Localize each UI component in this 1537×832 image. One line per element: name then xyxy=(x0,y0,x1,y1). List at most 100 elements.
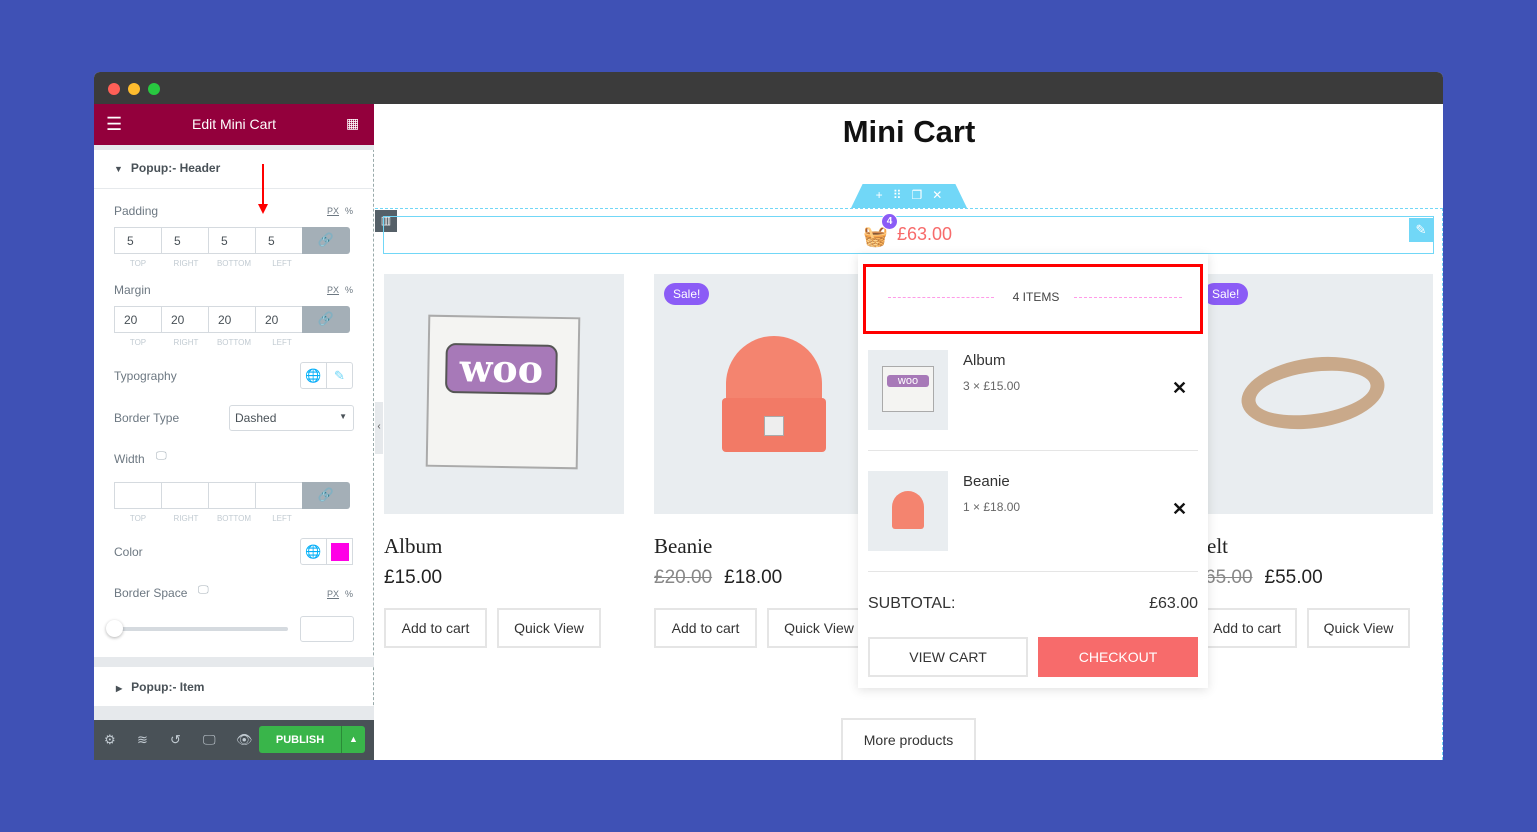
add-to-cart-button[interactable]: Add to cart xyxy=(1197,608,1297,648)
responsive-icon[interactable]: 🖵 xyxy=(203,732,216,748)
duplicate-icon[interactable]: ❐ xyxy=(912,188,923,202)
unit-px[interactable]: PX xyxy=(327,589,339,599)
unit-px[interactable]: PX xyxy=(327,206,339,216)
page-title: Mini Cart xyxy=(842,114,976,149)
width-right[interactable] xyxy=(161,482,209,509)
item-name[interactable]: Beanie xyxy=(963,473,1010,490)
side-label: RIGHT xyxy=(173,514,199,523)
caret-down-icon: ▼ xyxy=(339,412,347,421)
product-title[interactable]: Album xyxy=(384,534,442,559)
margin-left[interactable]: 20 xyxy=(255,306,303,333)
color-label: Color xyxy=(114,545,143,559)
border-type-label: Border Type xyxy=(114,411,180,425)
item-name[interactable]: Album xyxy=(963,352,1006,369)
margin-top[interactable]: 20 xyxy=(114,306,162,333)
globe-icon[interactable]: 🌐 xyxy=(300,538,327,565)
margin-bottom[interactable]: 20 xyxy=(208,306,256,333)
publish-options-button[interactable]: ▲ xyxy=(341,726,365,753)
close-dot[interactable] xyxy=(108,83,120,95)
link-icon[interactable]: 🔗 xyxy=(302,482,350,509)
settings-icon[interactable]: ⚙ xyxy=(104,732,116,748)
checkout-button[interactable]: CHECKOUT xyxy=(1038,637,1198,677)
product-price: 65.00 £55.00 xyxy=(1205,567,1323,589)
item-thumb-beanie[interactable] xyxy=(868,471,948,551)
side-label: LEFT xyxy=(272,259,292,268)
layers-icon[interactable]: ≋ xyxy=(137,732,148,748)
caret-down-icon: ▼ xyxy=(114,164,123,174)
quick-view-button[interactable]: Quick View xyxy=(767,608,871,648)
width-top[interactable] xyxy=(114,482,162,509)
padding-top[interactable]: 5 xyxy=(114,227,162,254)
margin-right[interactable]: 20 xyxy=(161,306,209,333)
panel-footer: ⚙ ≋ ↺ 🖵 👁 PUBLISH ▲ xyxy=(94,720,374,760)
add-to-cart-button[interactable]: Add to cart xyxy=(384,608,487,648)
sale-price: £18.00 xyxy=(724,567,783,588)
unit-pct[interactable]: % xyxy=(345,206,353,216)
slider-handle[interactable] xyxy=(106,620,123,637)
margin-control: 20 20 20 20 🔗 xyxy=(114,306,354,333)
sale-badge: Sale! xyxy=(1203,283,1249,305)
desktop-icon[interactable]: 🖵 xyxy=(198,584,209,597)
quick-view-button[interactable]: Quick View xyxy=(497,608,601,648)
remove-item-icon[interactable]: ✕ xyxy=(1172,378,1187,399)
product-image-belt[interactable] xyxy=(1193,274,1433,514)
item-qty: 3 × £15.00 xyxy=(963,379,1021,393)
section-popup-header[interactable]: ▼ Popup:- Header xyxy=(114,161,220,175)
product-title[interactable]: Beanie xyxy=(654,534,712,559)
typography-label: Typography xyxy=(114,369,177,383)
preview-eye-icon[interactable]: 👁 xyxy=(236,732,253,748)
edit-widget-icon[interactable]: ✎ xyxy=(1409,218,1433,242)
panel-header: ☰ Edit Mini Cart ▦ xyxy=(94,104,374,145)
link-icon[interactable]: 🔗 xyxy=(302,227,350,254)
side-label: BOTTOM xyxy=(216,338,252,347)
editor-panel: ☰ Edit Mini Cart ▦ ▼ Popup:- Header Paddi… xyxy=(94,104,374,760)
publish-button[interactable]: PUBLISH xyxy=(259,726,341,753)
section-handle[interactable]: + ⠿ ❐ ✕ xyxy=(851,184,967,208)
border-space-slider[interactable] xyxy=(114,627,288,631)
border-type-select[interactable]: Dashed ▼ xyxy=(229,405,354,431)
drag-icon[interactable]: ⠿ xyxy=(893,188,902,202)
padding-left[interactable]: 5 xyxy=(255,227,303,254)
side-label: TOP xyxy=(129,338,147,347)
grid-icon[interactable]: ▦ xyxy=(346,115,359,132)
border-space-input[interactable] xyxy=(300,616,354,642)
more-products-button[interactable]: More products xyxy=(841,718,976,760)
items-count: 4 ITEMS xyxy=(1012,290,1060,304)
close-icon[interactable]: ✕ xyxy=(932,188,942,202)
product-title[interactable]: elt xyxy=(1207,534,1228,559)
unit-pct[interactable]: % xyxy=(345,285,353,295)
padding-label: Padding xyxy=(114,204,159,218)
add-to-cart-button[interactable]: Add to cart xyxy=(654,608,757,648)
item-thumb-album[interactable]: woo xyxy=(868,350,948,430)
maximize-dot[interactable] xyxy=(148,83,160,95)
product-price: £15.00 xyxy=(384,567,443,588)
padding-control: 5 5 5 5 🔗 xyxy=(114,227,354,254)
view-cart-button[interactable]: VIEW CART xyxy=(868,637,1028,677)
unit-px[interactable]: PX xyxy=(327,285,339,295)
side-label: TOP xyxy=(129,514,147,523)
add-icon[interactable]: + xyxy=(876,188,883,202)
color-swatch[interactable] xyxy=(326,538,353,565)
side-label: BOTTOM xyxy=(216,259,252,268)
width-left[interactable] xyxy=(255,482,303,509)
padding-bottom[interactable]: 5 xyxy=(208,227,256,254)
padding-right[interactable]: 5 xyxy=(161,227,209,254)
cart-total[interactable]: £63.00 xyxy=(897,224,952,245)
woo-album-art: woo xyxy=(425,314,581,470)
section-popup-item[interactable]: ▶ Popup:- Item xyxy=(116,680,204,694)
product-image-album[interactable]: woo xyxy=(384,274,624,514)
width-control: 🔗 xyxy=(114,482,354,509)
border-space-label: Border Space xyxy=(114,586,188,600)
quick-view-button[interactable]: Quick View xyxy=(1307,608,1410,648)
remove-item-icon[interactable]: ✕ xyxy=(1172,499,1187,520)
collapse-panel-handle[interactable]: ‹ xyxy=(375,402,383,454)
globe-icon[interactable]: 🌐 xyxy=(300,362,327,389)
history-icon[interactable]: ↺ xyxy=(170,732,181,748)
link-icon[interactable]: 🔗 xyxy=(302,306,350,333)
width-bottom[interactable] xyxy=(208,482,256,509)
cart-count-badge: 4 xyxy=(881,213,898,230)
minimize-dot[interactable] xyxy=(128,83,140,95)
pencil-icon[interactable]: ✎ xyxy=(326,362,353,389)
unit-pct[interactable]: % xyxy=(345,589,353,599)
desktop-icon[interactable]: 🖵 xyxy=(156,450,167,463)
